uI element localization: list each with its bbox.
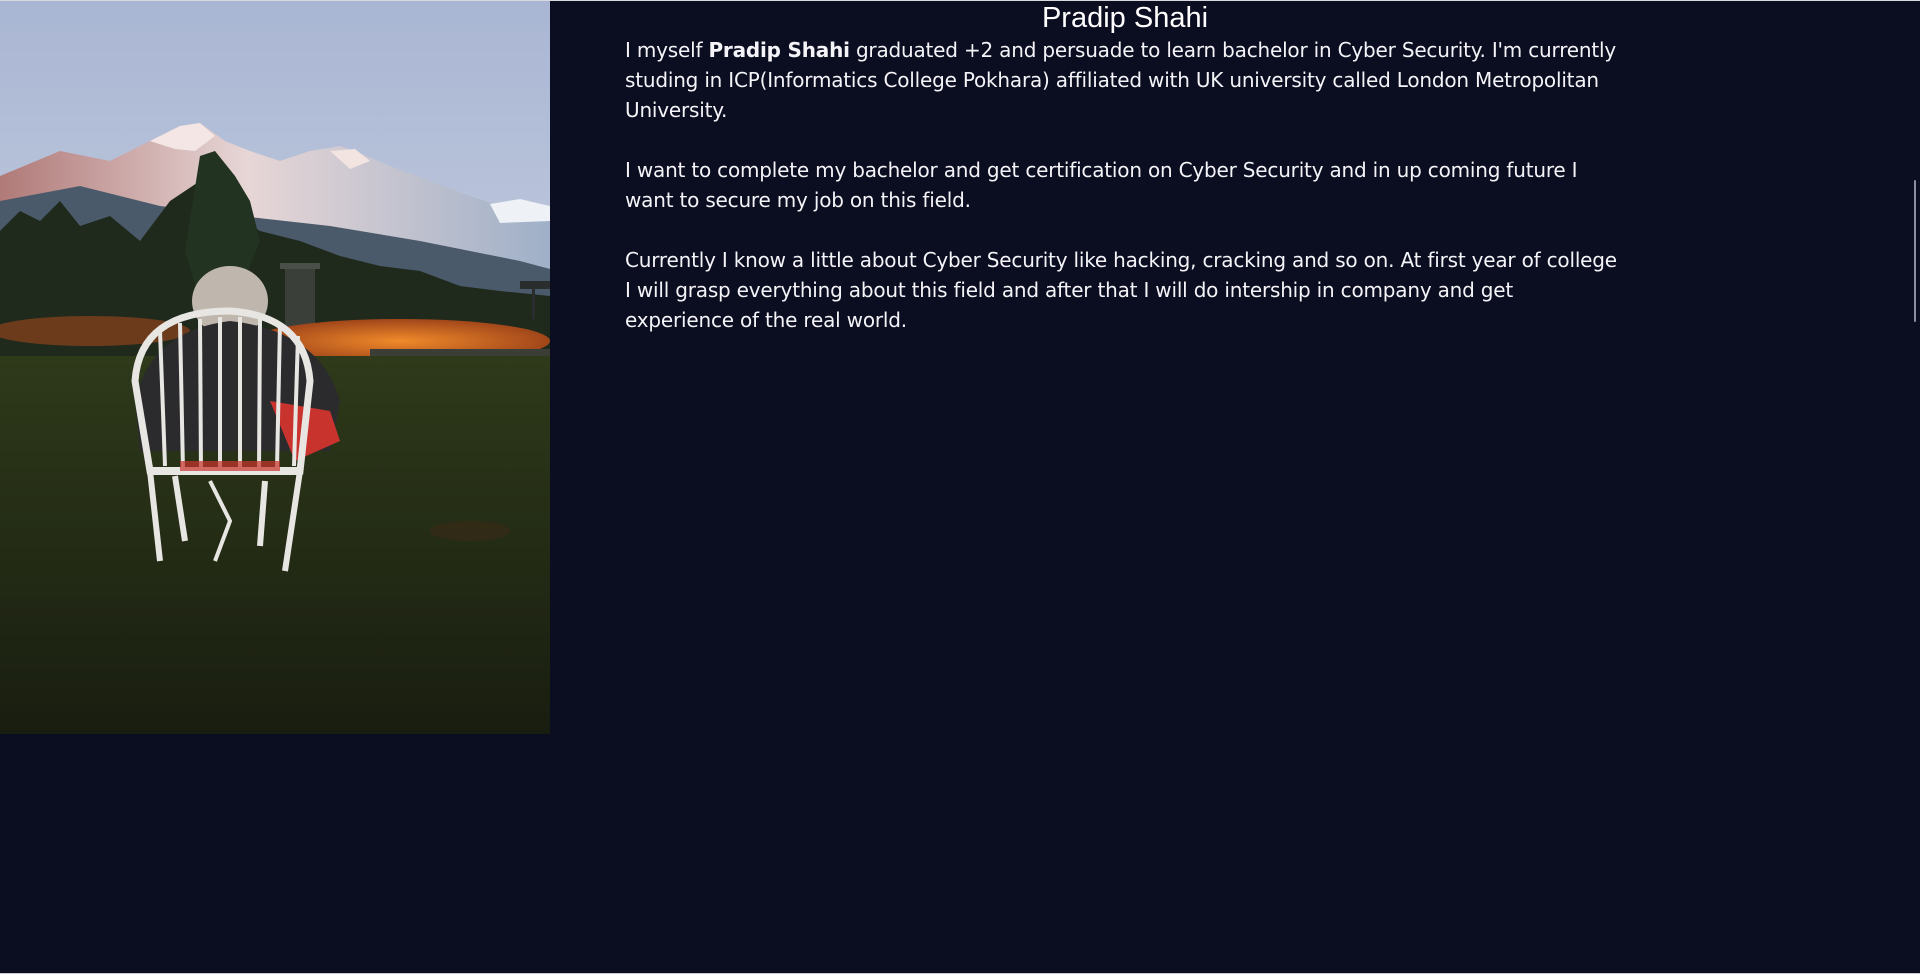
- goals-paragraph: I want to complete my bachelor and get c…: [625, 158, 1578, 212]
- current-knowledge-paragraph: Currently I know a little about Cyber Se…: [625, 248, 1617, 332]
- page: Pradip Shahi I myself Pradip Shahi gradu…: [0, 0, 1920, 974]
- scrollbar[interactable]: [1914, 180, 1916, 322]
- intro-text-start: I myself: [625, 38, 709, 62]
- intro-paragraph: I myself Pradip Shahi graduated +2 and p…: [625, 35, 1620, 125]
- page-title: Pradip Shahi: [1041, 2, 1209, 34]
- profile-photo: [0, 1, 550, 734]
- intro-bold-name: Pradip Shahi: [708, 38, 850, 62]
